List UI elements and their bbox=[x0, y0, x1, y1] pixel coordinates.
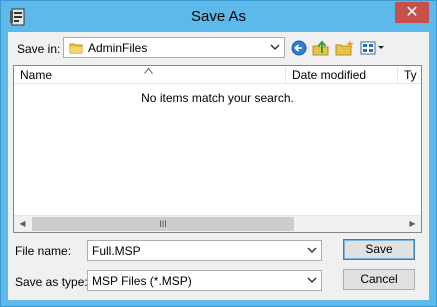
window-title: Save As bbox=[190, 8, 247, 25]
save-as-type-value: MSP Files (*.MSP) bbox=[92, 274, 192, 288]
chevron-down-icon bbox=[307, 277, 317, 284]
list-header: Name Date modified Ty bbox=[14, 66, 421, 84]
view-menu-icon[interactable] bbox=[360, 39, 386, 57]
chevron-down-icon[interactable] bbox=[306, 244, 318, 256]
file-name-value: Full.MSP bbox=[92, 244, 141, 258]
file-list[interactable]: Name Date modified Ty No items match you… bbox=[13, 65, 422, 233]
file-name-label: File name: bbox=[15, 244, 72, 258]
file-name-input[interactable]: Full.MSP bbox=[87, 240, 322, 261]
close-button[interactable]: ✕ bbox=[395, 2, 429, 23]
chevron-down-icon bbox=[270, 44, 280, 51]
column-header-date-modified[interactable]: Date modified bbox=[286, 66, 398, 84]
save-button[interactable]: Save bbox=[343, 239, 415, 260]
empty-list-message: No items match your search. bbox=[141, 91, 294, 105]
dialog-body: Save in: AdminFiles Name Date modified T… bbox=[8, 32, 429, 300]
back-icon[interactable] bbox=[291, 39, 307, 57]
save-in-dropdown[interactable]: AdminFiles bbox=[63, 37, 285, 58]
save-in-value: AdminFiles bbox=[88, 41, 148, 55]
sort-ascending-icon bbox=[144, 68, 153, 74]
save-as-dialog: Save As ✕ Save in: AdminFiles Name Date … bbox=[0, 0, 437, 307]
save-as-type-dropdown[interactable]: MSP Files (*.MSP) bbox=[87, 270, 322, 291]
new-folder-icon[interactable] bbox=[335, 39, 355, 57]
scroll-left-button[interactable]: ◀ bbox=[14, 216, 31, 232]
up-folder-icon[interactable] bbox=[312, 39, 330, 57]
folder-icon bbox=[69, 43, 83, 54]
column-header-type[interactable]: Ty bbox=[398, 66, 421, 84]
cancel-button[interactable]: Cancel bbox=[343, 269, 415, 290]
title-bar[interactable]: Save As ✕ bbox=[1, 1, 436, 33]
horizontal-scrollbar[interactable]: ◀ III ▶ bbox=[14, 215, 421, 232]
save-in-label: Save in: bbox=[17, 42, 61, 56]
scroll-thumb[interactable]: III bbox=[32, 217, 294, 231]
scroll-right-button[interactable]: ▶ bbox=[404, 216, 421, 232]
save-as-type-label: Save as type: bbox=[15, 275, 88, 289]
